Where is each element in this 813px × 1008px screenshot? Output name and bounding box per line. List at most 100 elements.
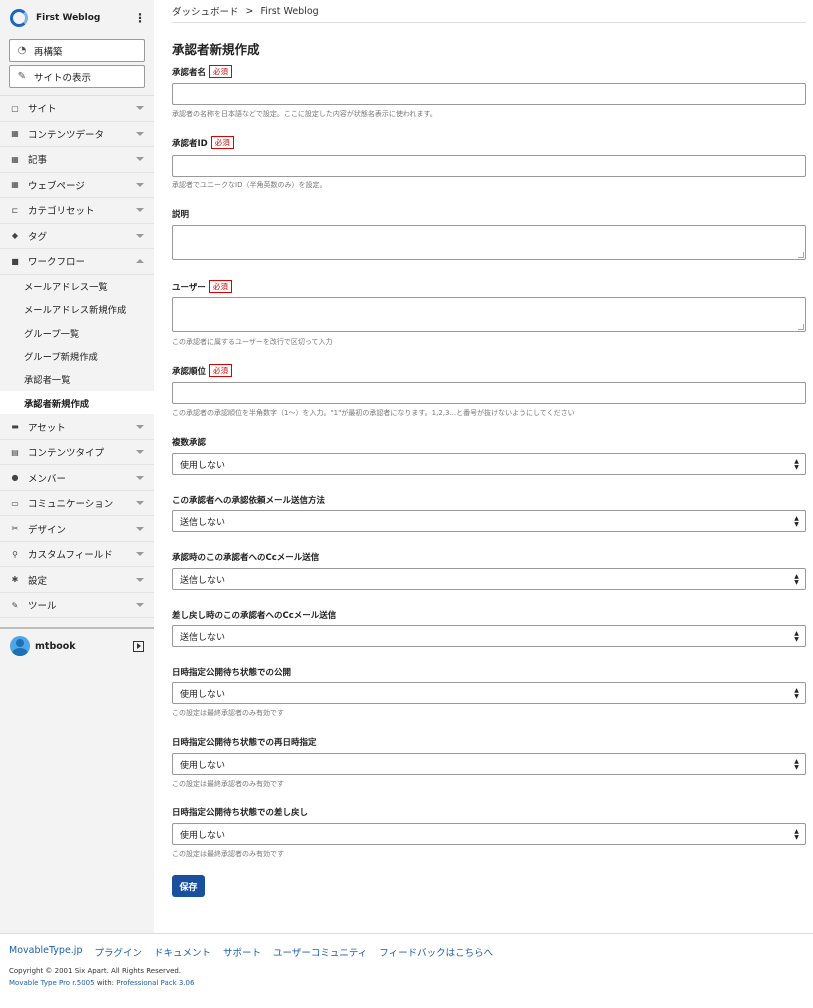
sidebar-item-content-type[interactable]: ▤ コンテンツタイプ [0, 440, 154, 466]
sidebar-item-label: サイト [28, 104, 57, 116]
footer: MovableType.jp プラグイン ドキュメント サポート ユーザーコミュ… [0, 933, 813, 1008]
cc-approve-select[interactable]: 送信しない ▲ ▼ [172, 568, 806, 590]
copyright: Copyright © 2001 Six Apart. All Rights R… [9, 967, 182, 975]
sidebar-item-label: デザイン [28, 524, 67, 536]
select-arrows-icon: ▲ ▼ [794, 573, 799, 586]
sidebar-item-label: ツール [28, 601, 57, 613]
cc-approve-label-text: 承認時のこの承認者へのCcメール送信 [172, 553, 320, 563]
sched-publish-label-text: 日時指定公開待ち状態での公開 [172, 668, 292, 678]
sidebar-subitem-group-list[interactable]: グループ一覧 [0, 321, 154, 344]
workflow-submenu: メールアドレス一覧 メールアドレス新規作成 グループ一覧 グループ新規作成 承認… [0, 274, 154, 415]
settings-icon: ✱ [11, 575, 19, 585]
chevron-down-icon [136, 603, 144, 608]
footer-link-docs[interactable]: ドキュメント [154, 945, 211, 959]
save-button[interactable]: 保存 [172, 875, 205, 897]
multi-label-text: 複数承認 [172, 438, 207, 448]
chevron-down-icon [136, 208, 144, 213]
footer-link-community[interactable]: ユーザーコミュニティ [273, 945, 367, 959]
sched-redate-select[interactable]: 使用しない ▲ ▼ [172, 753, 806, 775]
footer-link-feedback[interactable]: フィードバックはこちらへ [379, 945, 493, 959]
member-icon: ● [11, 473, 19, 483]
sidebar-subitem-mail-list[interactable]: メールアドレス一覧 [0, 275, 154, 298]
sidebar-item-site[interactable]: ▢ サイト [0, 96, 154, 122]
collapse-sidebar-icon[interactable] [133, 640, 144, 652]
cc-reject-select[interactable]: 送信しない ▲ ▼ [172, 625, 806, 647]
select-arrows-icon: ▲ ▼ [794, 515, 799, 528]
footer-link-support[interactable]: サポート [223, 945, 261, 959]
site-icon: ▢ [11, 103, 19, 113]
chevron-down-icon [136, 552, 144, 557]
sidebar-subitem-approver-new[interactable]: 承認者新規作成 [0, 390, 154, 415]
name-label: 承認者名 必須 [172, 65, 233, 78]
select-arrows-icon: ▲ ▼ [794, 458, 799, 471]
multi-label: 複数承認 [172, 436, 206, 448]
sidebar-subitem-group-new[interactable]: グループ新規作成 [0, 344, 154, 367]
sidebar-item-workflow[interactable]: ■ ワークフロー [0, 249, 154, 275]
description-textarea[interactable] [172, 225, 806, 260]
mt-logo-icon[interactable] [10, 9, 28, 27]
sidebar-subitem-mail-new[interactable]: メールアドレス新規作成 [0, 298, 154, 321]
sidebar-item-entry[interactable]: ▦ 記事 [0, 147, 154, 173]
sidebar-item-label: 記事 [28, 155, 48, 167]
sidebar-item-member[interactable]: ● メンバー [0, 465, 154, 491]
asset-icon: ▬ [11, 422, 19, 432]
sched-redate-hint: この設定は最終承認者のみ有効です [172, 780, 284, 788]
sched-redate-label-text: 日時指定公開待ち状態での再日時指定 [172, 738, 317, 748]
version-link[interactable]: Movable Type Pro r.5005 [9, 979, 95, 987]
approver-id-input[interactable] [172, 155, 806, 177]
id-hint: 承認者でユニークなID（半角英数のみ）を設定。 [172, 181, 327, 189]
required-badge: 必須 [208, 280, 232, 293]
chevron-down-icon [136, 424, 144, 429]
mail-method-label: この承認者への承認依頼メール送信方法 [172, 494, 325, 506]
select-arrows-icon: ▲ ▼ [794, 828, 799, 841]
sidebar-item-label: コンテンツタイプ [28, 448, 105, 460]
sidebar-item-label: ウェブページ [28, 180, 85, 192]
multi-approval-select[interactable]: 使用しない ▲ ▼ [172, 453, 806, 475]
approval-order-input[interactable] [172, 382, 806, 404]
sidebar-item-settings[interactable]: ✱ 設定 [0, 567, 154, 593]
rebuild-button[interactable]: ◔ 再構築 [9, 39, 145, 62]
sidebar-item-communication[interactable]: ▭ コミュニケーション [0, 491, 154, 517]
avatar[interactable] [10, 636, 30, 656]
site-name[interactable]: First Weblog [36, 13, 134, 23]
view-site-button[interactable]: ✎ サイトの表示 [9, 65, 145, 88]
sched-publish-select[interactable]: 使用しない ▲ ▼ [172, 682, 806, 704]
view-site-label: サイトの表示 [34, 72, 92, 84]
sidebar-item-category-set[interactable]: ⊏ カテゴリセット [0, 198, 154, 224]
sidebar-item-content-data[interactable]: ▦ コンテンツデータ [0, 122, 154, 147]
sidebar-item-webpage[interactable]: ▦ ウェブページ [0, 173, 154, 198]
chevron-down-icon [136, 233, 144, 238]
order-label: 承認順位 必須 [172, 364, 233, 377]
sidebar-item-tag[interactable]: ◆ タグ [0, 224, 154, 249]
username[interactable]: mtbook [35, 641, 133, 652]
chevron-down-icon [136, 131, 144, 136]
sidebar-item-asset[interactable]: ▬ アセット [0, 414, 154, 440]
sched-reject-select[interactable]: 使用しない ▲ ▼ [172, 823, 806, 845]
sidebar: First Weblog ⋮ ◔ 再構築 ✎ サイトの表示 ▢ サイト ▦ コン… [0, 0, 154, 933]
chevron-down-icon [136, 106, 144, 111]
select-arrows-icon: ▲ ▼ [794, 758, 799, 771]
order-label-text: 承認順位 [172, 366, 207, 377]
kebab-menu-icon[interactable]: ⋮ [134, 11, 146, 25]
approver-name-input[interactable] [172, 83, 806, 105]
footer-link-movabletype[interactable]: MovableType.jp [9, 945, 82, 959]
sidebar-item-custom-field[interactable]: ⚲ カスタムフィールド [0, 542, 154, 568]
sidebar-item-tools[interactable]: ✎ ツール [0, 593, 154, 619]
select-value: 使用しない [180, 460, 226, 471]
footer-link-plugins[interactable]: プラグイン [94, 945, 142, 959]
mail-method-select[interactable]: 送信しない ▲ ▼ [172, 510, 806, 532]
custom-field-icon: ⚲ [12, 549, 18, 559]
sidebar-item-design[interactable]: ✂ デザイン [0, 516, 154, 542]
rebuild-icon: ◔ [17, 45, 27, 56]
pack-link[interactable]: Professional Pack 3.06 [116, 979, 194, 987]
view-site-icon: ✎ [17, 71, 27, 82]
select-arrows-icon: ▲ ▼ [794, 687, 799, 700]
order-hint: この承認者の承認順位を半角数字（1〜）を入力。"1"が最初の承認者になります。1… [172, 409, 575, 417]
site-header: First Weblog ⋮ [0, 0, 154, 36]
communication-icon: ▭ [11, 498, 19, 508]
content-data-icon: ▦ [11, 129, 19, 139]
sidebar-subitem-approver-list[interactable]: 承認者一覧 [0, 368, 154, 391]
cc-approve-label: 承認時のこの承認者へのCcメール送信 [172, 551, 319, 563]
users-textarea[interactable] [172, 297, 806, 332]
mail-method-label-text: この承認者への承認依頼メール送信方法 [172, 496, 326, 506]
